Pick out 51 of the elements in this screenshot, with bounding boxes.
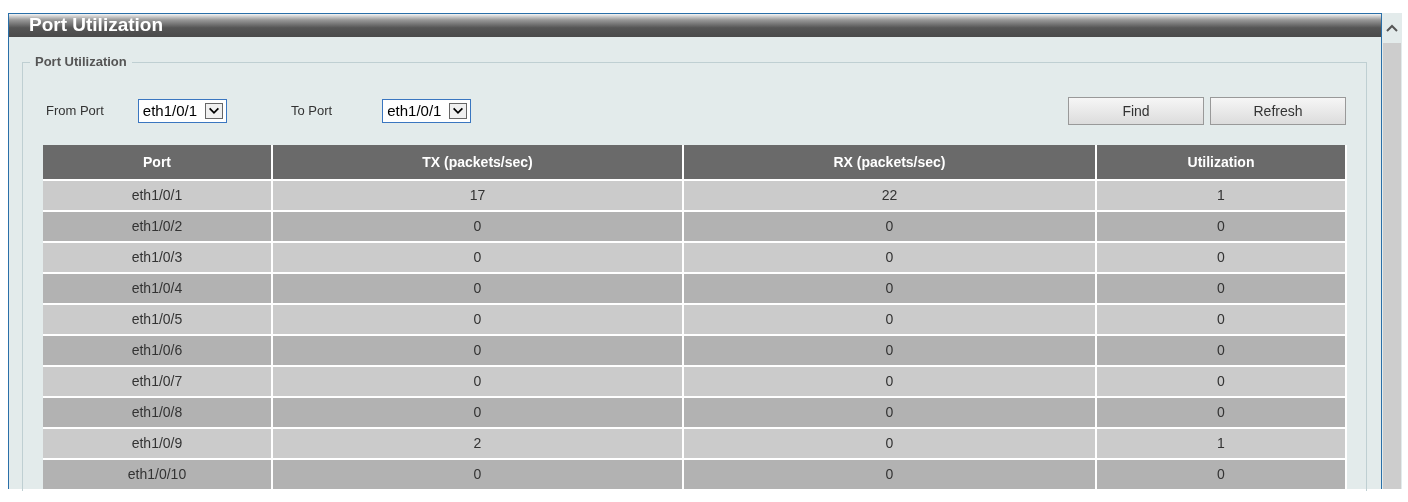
table-cell: 22 — [683, 179, 1096, 211]
column-header: Utilization — [1096, 144, 1346, 180]
table-cell: 0 — [272, 396, 683, 428]
table-cell: 0 — [683, 303, 1096, 335]
table-cell: 0 — [1096, 365, 1346, 397]
table-cell: 0 — [272, 241, 683, 273]
table-cell: 0 — [1096, 396, 1346, 428]
table-cell: 17 — [272, 179, 683, 211]
table-cell: eth1/0/4 — [43, 272, 272, 304]
table-cell: 0 — [272, 210, 683, 242]
action-button[interactable]: Refresh — [1210, 96, 1346, 125]
action-button[interactable]: Find — [1068, 96, 1204, 125]
table-cell: 1 — [1096, 179, 1346, 211]
table-cell: 0 — [683, 272, 1096, 304]
column-header: RX (packets/sec) — [683, 144, 1096, 180]
table-cell: 0 — [272, 303, 683, 335]
table-cell: 0 — [683, 241, 1096, 273]
table-cell: 2 — [272, 427, 683, 459]
table-cell: 0 — [1096, 241, 1346, 273]
table-cell: eth1/0/10 — [43, 458, 272, 490]
table-cell: eth1/0/7 — [43, 365, 272, 397]
table-cell: eth1/0/3 — [43, 241, 272, 273]
table-cell: 0 — [683, 334, 1096, 366]
table-cell: 1 — [1096, 427, 1346, 459]
panel-title-bar: Port Utilization — [9, 14, 1381, 37]
table-cell: 0 — [1096, 458, 1346, 490]
table-cell: 0 — [683, 396, 1096, 428]
filter-label: From Port — [46, 103, 104, 119]
column-header: TX (packets/sec) — [272, 144, 683, 180]
table-cell: eth1/0/9 — [43, 427, 272, 459]
filter-label: To Port — [291, 103, 333, 119]
table-cell: 0 — [272, 365, 683, 397]
table-cell: 0 — [683, 458, 1096, 490]
table-cell: 0 — [1096, 334, 1346, 366]
table-cell: 0 — [683, 210, 1096, 242]
port-dropdown[interactable]: eth1/0/1 — [137, 98, 227, 123]
table-cell: 0 — [272, 334, 683, 366]
table-cell: 0 — [1096, 272, 1346, 304]
table-cell: 0 — [683, 427, 1096, 459]
table-cell: eth1/0/2 — [43, 210, 272, 242]
table-cell: 0 — [272, 272, 683, 304]
port-dropdown[interactable]: eth1/0/1 — [382, 98, 472, 123]
table-cell: eth1/0/6 — [43, 334, 272, 366]
table-cell: 0 — [1096, 303, 1346, 335]
table-cell: 0 — [1096, 210, 1346, 242]
column-header: Port — [43, 144, 272, 180]
table-cell: eth1/0/8 — [43, 396, 272, 428]
table-cell: eth1/0/1 — [43, 179, 272, 211]
table-cell: 0 — [272, 458, 683, 490]
table-cell: 0 — [683, 365, 1096, 397]
table-cell: eth1/0/5 — [43, 303, 272, 335]
